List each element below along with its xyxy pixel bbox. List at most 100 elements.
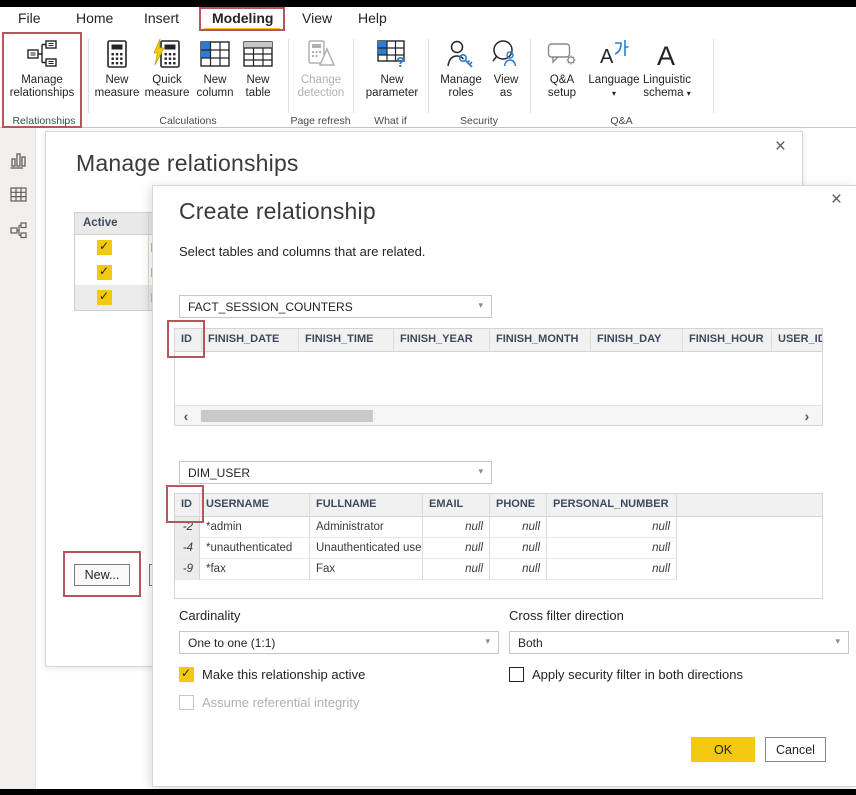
report-view-icon[interactable] [10, 152, 27, 169]
cardinality-select[interactable]: One to one (1:1) ▾ [179, 631, 499, 654]
fact-col-finish-year[interactable]: FINISH_YEAR [394, 329, 490, 351]
group-label-calculations: Calculations [88, 115, 288, 127]
table-column-icon [192, 37, 238, 71]
relationship-row[interactable]: ✓ [75, 235, 154, 260]
menu-help[interactable]: Help [358, 10, 387, 26]
horizontal-scrollbar[interactable]: ‹ › [175, 405, 822, 425]
dim-col-phone[interactable]: PHONE [490, 494, 547, 516]
group-label-what-if: What if [353, 115, 428, 127]
change-detection-button: Change detection [292, 37, 350, 100]
relationship-row-selected[interactable]: ✓ [75, 285, 154, 310]
fact-col-user-id[interactable]: USER_ID [772, 329, 822, 351]
ribbon: Manage relationships New measure [0, 31, 856, 128]
dim-col-personal-number[interactable]: PERSONAL_NUMBER [547, 494, 677, 516]
table-icon [236, 37, 280, 71]
fact-col-finish-month[interactable]: FINISH_MONTH [490, 329, 591, 351]
cardinality-label: Cardinality [179, 608, 240, 623]
magnifier-person-icon [487, 37, 525, 71]
active-checkbox[interactable]: ✓ [97, 240, 112, 255]
referential-integrity-checkbox [179, 695, 194, 710]
model-view-icon[interactable] [10, 222, 27, 239]
menu-file[interactable]: File [18, 10, 41, 26]
linguistic-schema-button[interactable]: A Linguistic schema ▾ [634, 37, 700, 100]
dim-col-username[interactable]: USERNAME [200, 494, 310, 516]
fact-col-finish-date[interactable]: FINISH_DATE [202, 329, 299, 351]
svg-text:?: ? [396, 54, 405, 68]
security-filter-checkbox[interactable] [509, 667, 524, 682]
menu-home[interactable]: Home [76, 10, 113, 26]
create-relationship-dialog: × Create relationship Select tables and … [152, 185, 856, 787]
scrollbar-thumb[interactable] [201, 410, 373, 422]
fact-col-finish-day[interactable]: FINISH_DAY [591, 329, 683, 351]
dim-row[interactable]: -4 *unauthenticated Unauthenticated user… [175, 538, 822, 559]
manage-roles-button[interactable]: Manage roles [434, 37, 488, 100]
caret-down-icon: ▾ [478, 301, 483, 311]
view-as-button[interactable]: View as [487, 37, 525, 100]
group-separator [530, 39, 531, 113]
manage-relationships-button[interactable]: Manage relationships [2, 37, 82, 100]
relationships-icon [2, 37, 82, 71]
caret-down-icon: ▾ [485, 637, 490, 647]
fact-grid-header: ID FINISH_DATE FINISH_TIME FINISH_YEAR F… [175, 329, 822, 352]
active-column-header: Active [75, 213, 154, 235]
change-detection-icon [292, 37, 350, 71]
menubar: File Home Insert Modeling View Help [0, 7, 856, 31]
linguistic-schema-icon: A [634, 37, 700, 71]
window-bottom-bar [0, 789, 856, 795]
dim-col-email[interactable]: EMAIL [423, 494, 490, 516]
group-label-relationships: Relationships [0, 115, 88, 127]
dim-col-id[interactable]: ID [175, 494, 200, 516]
scroll-right-icon[interactable]: › [796, 408, 818, 424]
group-separator [88, 39, 89, 113]
fact-table-grid: ID FINISH_DATE FINISH_TIME FINISH_YEAR F… [174, 328, 823, 426]
dim-col-fullname[interactable]: FULLNAME [310, 494, 423, 516]
quick-measure-button[interactable]: Quick measure [142, 37, 192, 100]
qa-setup-button[interactable]: Q&A setup [540, 37, 584, 100]
data-view-icon[interactable] [10, 186, 27, 203]
fact-col-finish-hour[interactable]: FINISH_HOUR [683, 329, 772, 351]
active-checkbox[interactable]: ✓ [97, 265, 112, 280]
dim-row[interactable]: -2 *admin Administrator null null null [175, 517, 822, 538]
fact-col-id[interactable]: ID [175, 329, 202, 351]
dim-table-select[interactable]: DIM_USER ▾ [179, 461, 492, 484]
chevron-down-icon: ▾ [687, 89, 691, 98]
dim-grid-header: ID USERNAME FULLNAME EMAIL PHONE PERSONA… [175, 494, 822, 517]
caret-down-icon: ▾ [478, 467, 483, 477]
close-icon[interactable]: × [831, 193, 842, 207]
parameter-icon: ? [360, 37, 424, 71]
crossfilter-select[interactable]: Both ▾ [509, 631, 849, 654]
group-separator [353, 39, 354, 113]
menu-insert[interactable]: Insert [144, 10, 179, 26]
svg-text:A: A [600, 46, 614, 68]
new-column-button[interactable]: New column [192, 37, 238, 100]
security-filter-option[interactable]: Apply security filter in both directions [509, 667, 743, 682]
new-parameter-button[interactable]: ? New parameter [360, 37, 424, 100]
calculator-icon [92, 37, 142, 71]
make-active-checkbox[interactable]: ✓ [179, 667, 194, 682]
chevron-down-icon: ▾ [612, 89, 616, 98]
close-icon[interactable]: × [775, 140, 786, 154]
speech-bubble-gear-icon [540, 37, 584, 71]
fact-table-select[interactable]: FACT_SESSION_COUNTERS ▾ [179, 295, 492, 318]
new-measure-button[interactable]: New measure [92, 37, 142, 100]
relationship-row[interactable]: ✓ [75, 260, 154, 285]
relationships-table: Active ✓ ✓ ✓ [74, 212, 155, 311]
crossfilter-label: Cross filter direction [509, 608, 624, 623]
dim-table-grid: ID USERNAME FULLNAME EMAIL PHONE PERSONA… [174, 493, 823, 599]
group-separator [288, 39, 289, 113]
fact-col-finish-time[interactable]: FINISH_TIME [299, 329, 394, 351]
referential-integrity-option: Assume referential integrity [179, 695, 360, 710]
scroll-left-icon[interactable]: ‹ [175, 408, 197, 424]
menu-view[interactable]: View [302, 10, 332, 26]
new-relationship-button[interactable]: New... [74, 564, 130, 586]
active-checkbox[interactable]: ✓ [97, 290, 112, 305]
dim-row[interactable]: -9 *fax Fax null null null [175, 559, 822, 580]
new-table-button[interactable]: New table [236, 37, 280, 100]
group-separator [713, 39, 714, 113]
make-active-option[interactable]: ✓ Make this relationship active [179, 667, 365, 682]
menu-modeling[interactable]: Modeling [212, 10, 273, 26]
group-label-security: Security [428, 115, 530, 127]
group-label-page-refresh: Page refresh [288, 115, 353, 127]
cancel-button[interactable]: Cancel [765, 737, 826, 762]
ok-button[interactable]: OK [691, 737, 755, 762]
